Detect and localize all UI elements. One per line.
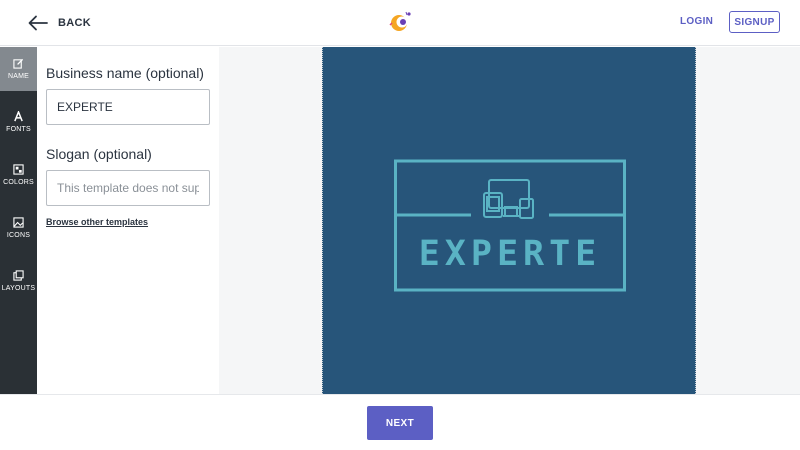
next-button[interactable]: NEXT bbox=[367, 406, 433, 440]
brand-logo-icon bbox=[389, 11, 411, 31]
business-name-input[interactable] bbox=[46, 89, 210, 125]
edit-icon bbox=[13, 58, 24, 69]
back-button[interactable]: BACK bbox=[28, 12, 91, 34]
logo-preview[interactable]: EXPERTE bbox=[322, 47, 696, 394]
palette-icon bbox=[13, 164, 24, 175]
back-label: BACK bbox=[58, 17, 91, 29]
tool-sidebar: NAME FONTS COLORS ICONS LAYOUTS bbox=[0, 47, 37, 394]
sidebar-item-layouts[interactable]: LAYOUTS bbox=[0, 259, 37, 303]
logo-text: EXPERTE bbox=[419, 234, 602, 274]
sidebar-item-label: LAYOUTS bbox=[1, 285, 36, 292]
sidebar-item-colors[interactable]: COLORS bbox=[0, 153, 37, 197]
sidebar-item-name[interactable]: NAME bbox=[0, 47, 37, 91]
font-icon bbox=[14, 111, 23, 122]
sidebar-item-label: ICONS bbox=[6, 232, 31, 239]
sidebar-item-label: NAME bbox=[7, 73, 30, 80]
sidebar-item-label: COLORS bbox=[3, 179, 34, 186]
slogan-input[interactable] bbox=[46, 170, 210, 206]
layouts-icon bbox=[13, 270, 24, 281]
arrow-left-icon bbox=[28, 15, 48, 31]
sidebar-item-fonts[interactable]: FONTS bbox=[0, 100, 37, 144]
name-panel: Business name (optional) Slogan (optiona… bbox=[37, 47, 219, 394]
browse-templates-link[interactable]: Browse other templates bbox=[46, 217, 148, 227]
bottom-bar: NEXT bbox=[0, 394, 800, 450]
top-bar: BACK LOGIN SIGNUP bbox=[0, 0, 800, 46]
sidebar-item-label: FONTS bbox=[6, 126, 31, 133]
slogan-label: Slogan (optional) bbox=[46, 146, 152, 162]
sidebar-item-icons[interactable]: ICONS bbox=[0, 206, 37, 250]
signup-button[interactable]: SIGNUP bbox=[729, 11, 780, 33]
canvas-area: EXPERTE bbox=[219, 47, 800, 394]
signup-label: SIGNUP bbox=[734, 16, 775, 28]
login-link[interactable]: LOGIN bbox=[680, 16, 713, 27]
devices-icon bbox=[483, 179, 534, 219]
business-name-label: Business name (optional) bbox=[46, 65, 204, 81]
image-icon bbox=[13, 217, 24, 228]
logo-artwork: EXPERTE bbox=[394, 159, 626, 292]
